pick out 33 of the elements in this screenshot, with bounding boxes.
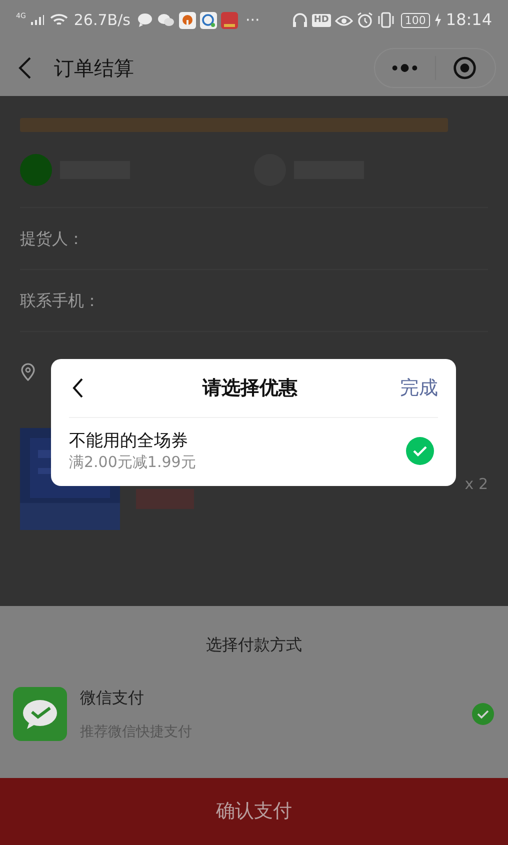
charging-icon: [434, 13, 442, 27]
page-title: 订单结算: [54, 55, 134, 82]
more-indicator: ···: [245, 10, 260, 31]
wifi-icon: [50, 13, 68, 27]
sheet-title: 选择付款方式: [206, 634, 302, 656]
field-label: 联系手机：: [20, 290, 100, 312]
alarm-clock-icon: [356, 12, 373, 28]
dialog-title: 请选择优惠: [202, 376, 298, 401]
app-icon: [179, 12, 196, 28]
network-speed: 26.7B/s: [74, 10, 130, 31]
location-pin-icon: [20, 363, 36, 381]
back-icon[interactable]: [72, 378, 84, 398]
chat-bubbles-icon: [157, 13, 176, 27]
headphones-icon: [292, 12, 308, 28]
field-label: 提货人：: [20, 228, 84, 250]
clock-time: 18:14: [446, 9, 492, 31]
coupon-rule: 满2.00元减1.99元: [69, 452, 197, 472]
vibrate-icon: [376, 12, 395, 28]
hd-badge: HD: [312, 14, 331, 26]
chat-bubble-icon: [137, 13, 154, 27]
chat-check-icon: [13, 687, 67, 741]
signal-icon: [30, 14, 44, 26]
payment-name: 微信支付: [80, 686, 145, 708]
radio-button[interactable]: [20, 154, 52, 186]
done-button[interactable]: 完成: [400, 374, 438, 402]
coupon-option[interactable]: 不能用的全场券 满2.00元减1.99元: [69, 418, 438, 472]
app-icon: [221, 12, 238, 28]
confirm-pay-button[interactable]: 确认支付: [0, 778, 508, 845]
quantity-label: x 2: [464, 474, 488, 495]
eye-icon: [334, 13, 353, 27]
coupon-name: 不能用的全场券: [69, 430, 189, 452]
battery-level: 100: [400, 12, 430, 28]
app-icon: [200, 12, 218, 28]
